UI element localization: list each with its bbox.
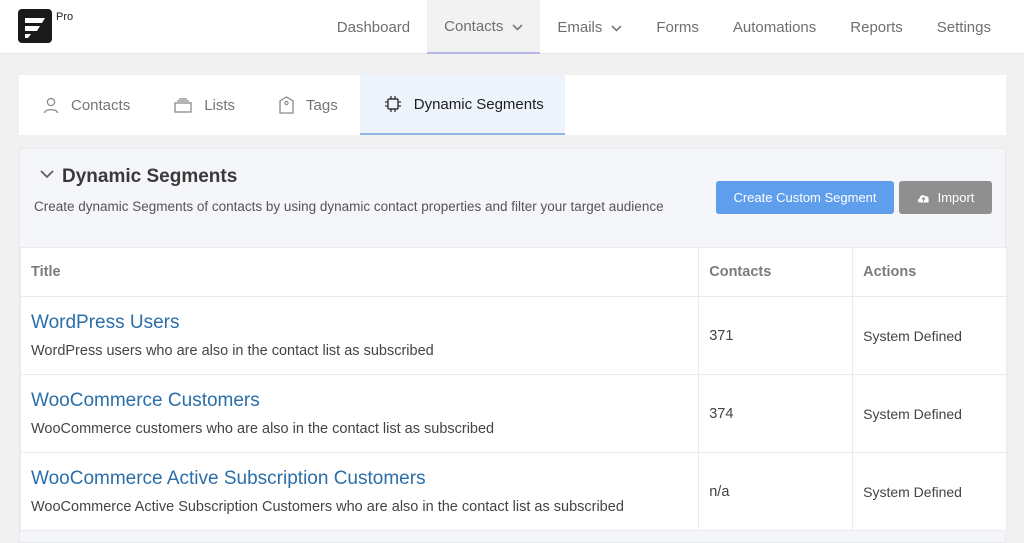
- list-icon: [174, 97, 192, 113]
- table-row: WooCommerce Active Subscription Customer…: [19, 452, 1007, 531]
- nav-automations[interactable]: Automations: [716, 0, 833, 54]
- page-title: Dynamic Segments: [62, 166, 238, 187]
- nav-dashboard-label: Dashboard: [336, 18, 411, 36]
- tab-contacts-label: Contacts: [71, 96, 131, 114]
- segment-title-link[interactable]: WordPress Users: [31, 312, 698, 334]
- tab-tags[interactable]: Tags: [257, 75, 360, 135]
- nav-dashboard[interactable]: Dashboard: [320, 0, 427, 54]
- tab-dynamic-segments[interactable]: Dynamic Segments: [359, 75, 565, 135]
- segment-description: WooCommerce Active Subscription Customer…: [31, 499, 624, 515]
- tab-tags-label: Tags: [306, 96, 338, 114]
- nav-automations-label: Automations: [732, 18, 817, 36]
- nav-reports-label: Reports: [850, 18, 903, 36]
- nav-settings-label: Settings: [936, 18, 991, 36]
- segments-table: Title Contacts Actions WordPress Users W…: [19, 247, 1007, 531]
- import-button[interactable]: Import: [899, 181, 992, 214]
- chevron-down-icon[interactable]: [40, 170, 54, 179]
- segment-cell: WooCommerce Customers WooCommerce custom…: [19, 374, 700, 453]
- segment-title-link[interactable]: WooCommerce Customers: [31, 390, 698, 412]
- contacts-count: 371: [698, 296, 854, 375]
- nav-forms[interactable]: Forms: [639, 0, 716, 54]
- page-description: Create dynamic Segments of contacts by u…: [34, 199, 664, 214]
- cloud-upload-icon: [917, 193, 930, 203]
- chevron-down-icon: [512, 18, 523, 35]
- segment-title-link[interactable]: WooCommerce Active Subscription Customer…: [31, 468, 698, 490]
- dynamic-segments-panel: Dynamic Segments Create dynamic Segments…: [19, 148, 1007, 543]
- nav-emails-label: Emails: [557, 18, 603, 36]
- fluentcrm-logo[interactable]: [18, 9, 52, 43]
- tab-lists[interactable]: Lists: [152, 75, 257, 135]
- column-header-contacts: Contacts: [698, 247, 854, 297]
- actions-cell: System Defined: [852, 452, 1007, 531]
- table-header-row: Title Contacts Actions: [19, 247, 1007, 297]
- segment-cell: WordPress Users WordPress users who are …: [19, 296, 700, 375]
- segment-description: WordPress users who are also in the cont…: [31, 343, 434, 359]
- panel-header: Dynamic Segments Create dynamic Segments…: [20, 149, 1007, 247]
- nav-settings[interactable]: Settings: [920, 0, 1008, 54]
- tag-icon: [279, 96, 294, 114]
- pro-badge: Pro: [56, 11, 74, 23]
- tab-lists-label: Lists: [204, 96, 236, 114]
- contacts-count: n/a: [698, 452, 854, 531]
- nav-contacts[interactable]: Contacts: [427, 0, 541, 54]
- segment-description: WooCommerce customers who are also in th…: [31, 421, 495, 437]
- table-row: WordPress Users WordPress users who are …: [19, 296, 1007, 375]
- main-menu: Dashboard Contacts Emails Forms Automati…: [320, 0, 1008, 54]
- actions-cell: System Defined: [852, 296, 1007, 375]
- contacts-subtabs: Contacts Lists Tags Dynamic Segments: [19, 75, 1006, 135]
- column-header-actions: Actions: [852, 247, 1007, 297]
- chip-icon: [384, 95, 402, 113]
- user-icon: [43, 97, 59, 114]
- table-row: WooCommerce Customers WooCommerce custom…: [19, 374, 1007, 453]
- chevron-down-icon: [611, 19, 622, 36]
- nav-contacts-label: Contacts: [444, 17, 504, 35]
- actions-cell: System Defined: [852, 374, 1007, 453]
- tab-dynamic-segments-label: Dynamic Segments: [413, 95, 544, 113]
- tab-contacts[interactable]: Contacts: [19, 75, 152, 135]
- create-custom-segment-button[interactable]: Create Custom Segment: [716, 181, 894, 214]
- nav-forms-label: Forms: [656, 18, 699, 36]
- segment-cell: WooCommerce Active Subscription Customer…: [19, 452, 700, 531]
- contacts-count: 374: [698, 374, 854, 453]
- import-button-label: Import: [937, 190, 975, 205]
- column-header-title: Title: [19, 247, 700, 297]
- nav-reports[interactable]: Reports: [833, 0, 920, 54]
- top-navigation-bar: Pro Dashboard Contacts Emails Forms Auto…: [0, 0, 1024, 54]
- nav-emails[interactable]: Emails: [540, 0, 639, 54]
